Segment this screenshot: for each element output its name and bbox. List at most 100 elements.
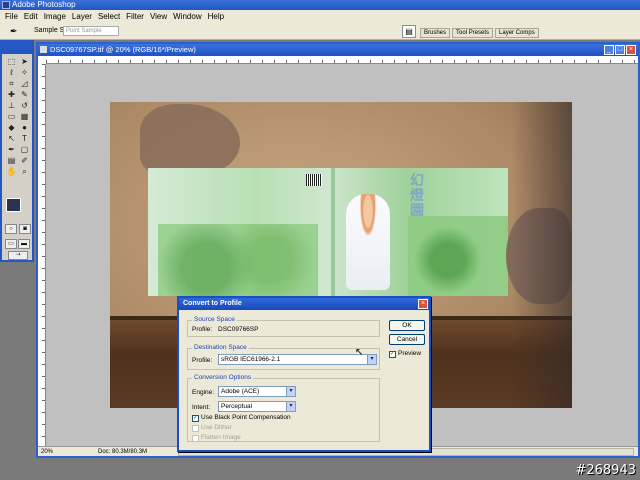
lasso-tool-icon[interactable]: ℓ	[5, 67, 18, 78]
menu-edit[interactable]: Edit	[21, 10, 41, 23]
options-bar: ✒ Sample Size: Point Sample ▤ Brushes To…	[0, 23, 640, 40]
shape-tool-icon[interactable]: ▢	[18, 144, 31, 155]
document-titlebar[interactable]: DSC09767SP.tif @ 20% (RGB/16*/Preview) _…	[38, 44, 638, 56]
minimize-icon[interactable]: _	[604, 45, 614, 55]
checkmark-icon[interactable]: ✓	[389, 350, 396, 358]
maximize-icon[interactable]: □	[615, 45, 625, 55]
zoom-tool-icon[interactable]: ⌕	[18, 166, 31, 177]
pen-tool-icon[interactable]: ✒	[5, 144, 18, 155]
document-size[interactable]: Doc: 80.3M/80.3M	[98, 447, 147, 457]
hand-tool-icon[interactable]: ✋	[5, 166, 18, 177]
engine-value: Adobe (ACE)	[221, 388, 260, 395]
history-brush-tool-icon[interactable]: ↺	[18, 100, 31, 111]
zoom-level[interactable]: 20%	[41, 447, 53, 457]
dialog-close-icon[interactable]: ×	[418, 299, 428, 309]
menu-layer[interactable]: Layer	[69, 10, 95, 23]
flatten-image-checkbox[interactable]: Flatten Image	[192, 434, 241, 442]
notes-tool-icon[interactable]: ▤	[5, 155, 18, 166]
use-dither-checkbox[interactable]: Use Dither	[192, 424, 232, 432]
shadow-region	[512, 102, 572, 408]
app-titlebar: Adobe Photoshop	[0, 0, 640, 10]
menu-select[interactable]: Select	[95, 10, 123, 23]
cancel-button[interactable]: Cancel	[389, 334, 425, 345]
character-illustration-region	[346, 194, 390, 290]
dodge-tool-icon[interactable]: ●	[18, 122, 31, 133]
brush-tool-icon[interactable]: ✎	[18, 89, 31, 100]
destination-space-label: Destination Space	[192, 344, 249, 352]
foliage-left-region	[158, 224, 318, 296]
intent-label: Intent:	[192, 404, 211, 411]
window-controls: _ □ ×	[604, 45, 636, 55]
path-selection-tool-icon[interactable]: ↖	[5, 133, 18, 144]
standard-screen-button[interactable]: ▭	[5, 239, 17, 249]
palette-tab-tool-presets[interactable]: Tool Presets	[452, 28, 494, 38]
file-browser-button[interactable]: ▤	[402, 25, 416, 38]
menu-image[interactable]: Image	[41, 10, 69, 23]
black-point-checkbox[interactable]: ✓ Use Black Point Compensation	[192, 414, 291, 422]
eraser-tool-icon[interactable]: ▭	[5, 111, 18, 122]
horizontal-ruler[interactable]	[46, 56, 638, 64]
eyedropper-tool-icon-box[interactable]: ✐	[18, 155, 31, 166]
foreground-color-swatch[interactable]	[6, 198, 21, 212]
toolbox-header	[2, 42, 32, 54]
slice-tool-icon[interactable]: ◿	[18, 78, 31, 89]
marquee-tool-icon[interactable]: ⬚	[5, 56, 18, 67]
intent-value: Perceptual	[221, 403, 253, 410]
destination-profile-value: sRGB IEC61966-2.1	[221, 356, 281, 363]
engine-label: Engine:	[192, 389, 215, 396]
chevron-down-icon[interactable]: ▾	[286, 387, 295, 396]
engine-select[interactable]: Adobe (ACE) ▾	[218, 386, 296, 397]
menu-file[interactable]: File	[2, 10, 21, 23]
menu-view[interactable]: View	[147, 10, 170, 23]
vertical-ruler[interactable]	[38, 64, 46, 446]
destination-profile-label: Profile:	[192, 357, 213, 364]
toolbox: ⬚ ➤ ℓ ✧ ⌗ ◿ ✚ ✎ ⊥ ↺ ▭ ▦ ◆ ● ↖ T ✒ ▢ ▤ ✐ …	[0, 40, 34, 262]
preview-label: Preview	[398, 350, 422, 357]
app-title: Adobe Photoshop	[12, 0, 76, 9]
screen-mode-buttons: ▭ ▬	[5, 239, 30, 249]
document-title: DSC09767SP.tif @ 20% (RGB/16*/Preview)	[50, 45, 196, 54]
chevron-down-icon[interactable]: ▾	[367, 355, 376, 364]
standard-mode-button[interactable]: ○	[5, 224, 17, 234]
book-spine-region	[331, 168, 335, 296]
clone-stamp-tool-icon[interactable]: ⊥	[5, 100, 18, 111]
move-tool-icon[interactable]: ➤	[18, 56, 31, 67]
conversion-options-label: Conversion Options	[192, 374, 254, 382]
preview-checkbox[interactable]: ✓ Preview	[389, 350, 421, 358]
checkmark-icon[interactable]: ✓	[192, 414, 199, 422]
blur-tool-icon[interactable]: ◆	[5, 122, 18, 133]
watermark-text: #268943	[575, 463, 636, 478]
healing-brush-tool-icon[interactable]: ✚	[5, 89, 18, 100]
photoshop-app-icon	[2, 1, 10, 9]
convert-to-profile-dialog: Convert to Profile × Source Space Profil…	[177, 296, 431, 452]
source-profile-value: DSC09766SP	[218, 326, 259, 333]
palette-tab-brushes[interactable]: Brushes	[420, 28, 451, 38]
flatten-image-label: Flatten Image	[201, 434, 241, 441]
destination-profile-select[interactable]: sRGB IEC61966-2.1 ▾	[218, 354, 377, 365]
eyedropper-tool-icon[interactable]: ✒	[10, 26, 20, 36]
chevron-down-icon[interactable]: ▾	[286, 402, 295, 411]
ruler-origin[interactable]	[38, 56, 46, 64]
menu-help[interactable]: Help	[205, 10, 227, 23]
checkbox-empty-icon[interactable]	[192, 424, 199, 432]
source-space-group: Source Space Profile: DSC09766SP	[187, 316, 380, 337]
intent-select[interactable]: Perceptual ▾	[218, 401, 296, 412]
source-profile-label: Profile:	[192, 326, 213, 333]
menu-filter[interactable]: Filter	[123, 10, 147, 23]
sample-size-select[interactable]: Point Sample	[63, 26, 119, 36]
full-screen-menu-button[interactable]: ▬	[18, 239, 30, 249]
crop-tool-icon[interactable]: ⌗	[5, 78, 18, 89]
document-icon	[40, 46, 47, 53]
quick-mask-mode-button[interactable]: ◙	[19, 224, 31, 234]
checkbox-empty-icon[interactable]	[192, 434, 199, 442]
type-tool-icon[interactable]: T	[18, 133, 31, 144]
conversion-options-group: Conversion Options Engine: Adobe (ACE) ▾…	[187, 374, 380, 442]
magic-wand-tool-icon[interactable]: ✧	[18, 67, 31, 78]
palette-tab-layer-comps[interactable]: Layer Comps	[495, 28, 539, 38]
close-icon[interactable]: ×	[626, 45, 636, 55]
dialog-title[interactable]: Convert to Profile	[179, 298, 429, 310]
menu-window[interactable]: Window	[170, 10, 204, 23]
gradient-tool-icon[interactable]: ▦	[18, 111, 31, 122]
jump-to-imageready-button[interactable]: ⇢	[8, 251, 28, 260]
ok-button[interactable]: OK	[389, 320, 425, 331]
